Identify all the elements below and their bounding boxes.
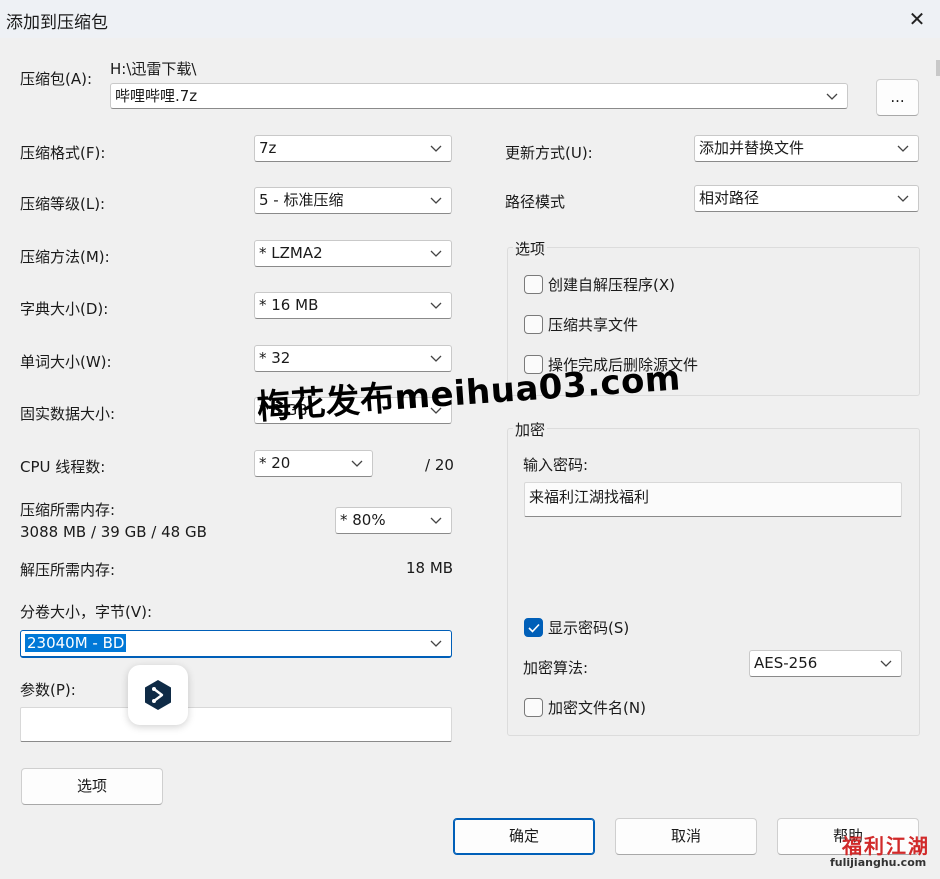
params-label: 参数(P): bbox=[20, 681, 76, 699]
path-mode-value: 相对路径 bbox=[699, 189, 760, 207]
close-button[interactable]: ✕ bbox=[894, 0, 940, 38]
cpu-value: * 20 bbox=[259, 454, 291, 472]
path-mode-select[interactable]: 相对路径 bbox=[694, 185, 919, 212]
encrypt-names-label: 加密文件名(N) bbox=[548, 699, 646, 717]
checkbox-box[interactable] bbox=[524, 315, 543, 334]
encryption-group-title: 加密 bbox=[513, 419, 548, 440]
ok-button[interactable]: 确定 bbox=[453, 818, 595, 855]
encrypt-names-checkbox[interactable]: 加密文件名(N) bbox=[524, 697, 646, 718]
corner-brand-url: fulijianghu.com bbox=[830, 856, 927, 869]
close-icon: ✕ bbox=[908, 7, 926, 31]
corner-brand-logo: 福利江湖 fulijianghu.com bbox=[820, 828, 938, 876]
ok-button-label: 确定 bbox=[508, 827, 539, 845]
title-bar: 添加到压缩包 ✕ bbox=[0, 0, 940, 38]
show-password-checkbox[interactable]: 显示密码(S) bbox=[524, 617, 629, 638]
solid-label: 固实数据大小: bbox=[20, 405, 116, 423]
volume-label: 分卷大小，字节(V): bbox=[20, 603, 153, 621]
volume-value: 23040M - BD bbox=[25, 634, 127, 652]
cpu-select[interactable]: * 20 bbox=[254, 450, 373, 477]
checkbox-checked[interactable] bbox=[524, 618, 543, 637]
word-label: 单词大小(W): bbox=[20, 353, 112, 371]
chevron-down-icon[interactable] bbox=[825, 84, 839, 108]
browse-button[interactable]: ... bbox=[876, 79, 919, 116]
mem-compress-detail: 3088 MB / 39 GB / 48 GB bbox=[20, 523, 207, 541]
password-input[interactable]: 来福利江湖找福利 bbox=[524, 482, 902, 517]
chevron-down-icon[interactable] bbox=[429, 136, 443, 161]
options-button[interactable]: 选项 bbox=[21, 768, 163, 805]
update-select[interactable]: 添加并替换文件 bbox=[694, 135, 919, 162]
level-label: 压缩等级(L): bbox=[20, 195, 106, 213]
format-label: 压缩格式(F): bbox=[20, 144, 106, 162]
chevron-down-icon[interactable] bbox=[429, 241, 443, 266]
check-icon bbox=[527, 623, 540, 633]
format-select[interactable]: 7z bbox=[254, 135, 452, 162]
update-value: 添加并替换文件 bbox=[699, 139, 805, 157]
chevron-down-icon[interactable] bbox=[896, 186, 910, 211]
dict-label: 字典大小(D): bbox=[20, 300, 109, 318]
chevron-down-icon[interactable] bbox=[879, 651, 893, 676]
chevron-down-icon[interactable] bbox=[429, 508, 443, 533]
encryption-method-label: 加密算法: bbox=[523, 659, 589, 677]
shared-checkbox[interactable]: 压缩共享文件 bbox=[524, 314, 638, 335]
scrollbar-edge bbox=[936, 60, 940, 76]
share-icon bbox=[145, 680, 171, 710]
params-input[interactable] bbox=[20, 707, 452, 742]
chevron-down-icon[interactable] bbox=[429, 631, 443, 656]
method-label: 压缩方法(M): bbox=[20, 248, 110, 266]
sfx-checkbox[interactable]: 创建自解压程序(X) bbox=[524, 274, 675, 295]
archive-path: H:\迅雷下载\ bbox=[110, 60, 197, 78]
dict-select[interactable]: * 16 MB bbox=[254, 292, 452, 319]
level-select[interactable]: 5 - 标准压缩 bbox=[254, 187, 452, 214]
chevron-down-icon[interactable] bbox=[350, 451, 364, 476]
floating-app-badge[interactable] bbox=[128, 665, 188, 725]
archive-filename-combo[interactable]: 哔哩哔哩.7z bbox=[110, 83, 848, 109]
level-value: 5 - 标准压缩 bbox=[259, 191, 344, 209]
dict-value: * 16 MB bbox=[259, 296, 319, 314]
corner-brand-text: 福利江湖 bbox=[842, 834, 930, 858]
mem-decompress-value: 18 MB bbox=[406, 559, 454, 577]
options-group-title: 选项 bbox=[513, 238, 548, 259]
archive-label: 压缩包(A): bbox=[20, 70, 93, 88]
show-password-label: 显示密码(S) bbox=[548, 619, 630, 637]
chevron-down-icon[interactable] bbox=[429, 293, 443, 318]
chevron-down-icon[interactable] bbox=[896, 136, 910, 161]
encryption-method-value: AES-256 bbox=[754, 654, 818, 672]
archive-filename-value: 哔哩哔哩.7z bbox=[115, 87, 198, 105]
path-mode-label: 路径模式 bbox=[505, 193, 566, 211]
window-title: 添加到压缩包 bbox=[6, 13, 108, 33]
options-button-label: 选项 bbox=[76, 777, 107, 795]
update-label: 更新方式(U): bbox=[505, 144, 593, 162]
encryption-method-select[interactable]: AES-256 bbox=[749, 650, 902, 677]
cpu-total: / 20 bbox=[425, 456, 454, 474]
mem-decompress-label: 解压所需内存: bbox=[20, 561, 116, 579]
volume-select[interactable]: 23040M - BD bbox=[20, 630, 452, 658]
browse-button-label: ... bbox=[890, 88, 905, 106]
shared-label: 压缩共享文件 bbox=[548, 316, 639, 334]
mem-compress-label: 压缩所需内存: bbox=[20, 501, 116, 519]
password-label: 输入密码: bbox=[523, 456, 589, 474]
cancel-button[interactable]: 取消 bbox=[615, 818, 757, 855]
word-value: * 32 bbox=[259, 349, 291, 367]
checkbox-box[interactable] bbox=[524, 698, 543, 717]
mem-compress-select[interactable]: * 80% bbox=[335, 507, 452, 534]
cpu-label: CPU 线程数: bbox=[20, 458, 106, 476]
sfx-label: 创建自解压程序(X) bbox=[548, 276, 675, 294]
method-select[interactable]: * LZMA2 bbox=[254, 240, 452, 267]
mem-compress-value: * 80% bbox=[340, 511, 386, 529]
method-value: * LZMA2 bbox=[259, 244, 323, 262]
chevron-down-icon[interactable] bbox=[429, 188, 443, 213]
checkbox-box[interactable] bbox=[524, 275, 543, 294]
cancel-button-label: 取消 bbox=[670, 827, 701, 845]
format-value: 7z bbox=[259, 139, 277, 157]
